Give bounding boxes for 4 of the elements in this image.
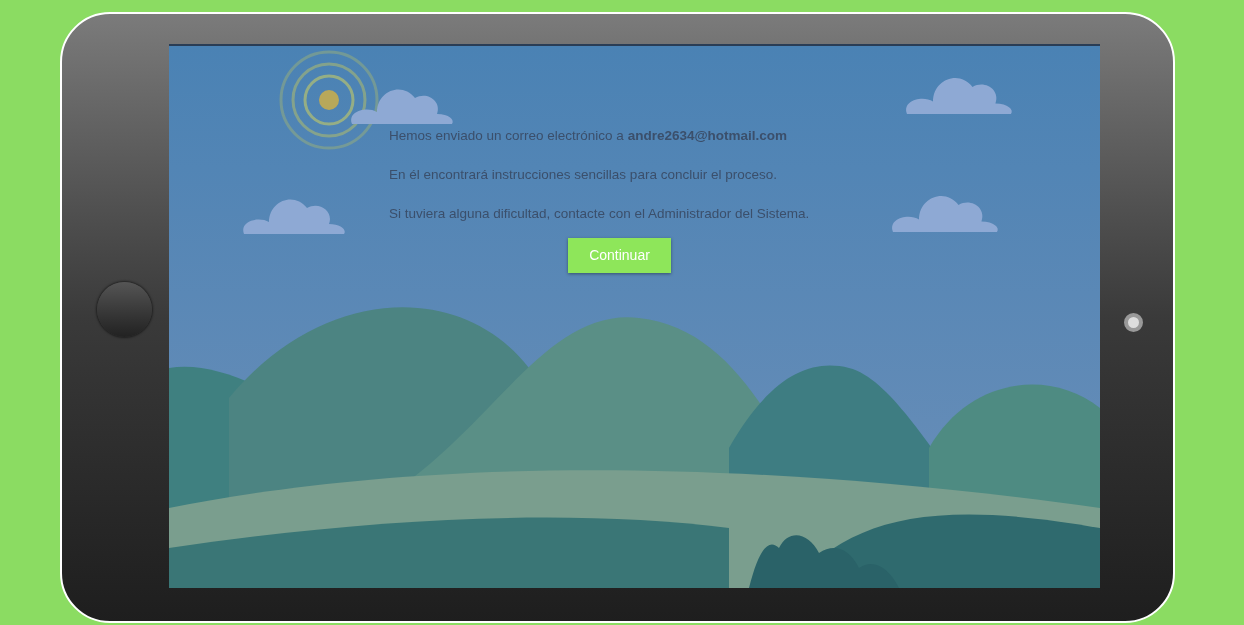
continue-button[interactable]: Continuar xyxy=(568,238,671,273)
message-text: Hemos enviado un correo electrónico a andre2634@hotmail.com xyxy=(389,127,788,145)
message-text: En él encontrará instrucciones sencillas para concluir el proceso. xyxy=(389,166,777,184)
message-text: Si tuviera alguna dificultad, contacte con el Administrador del Sistema. xyxy=(389,205,810,223)
